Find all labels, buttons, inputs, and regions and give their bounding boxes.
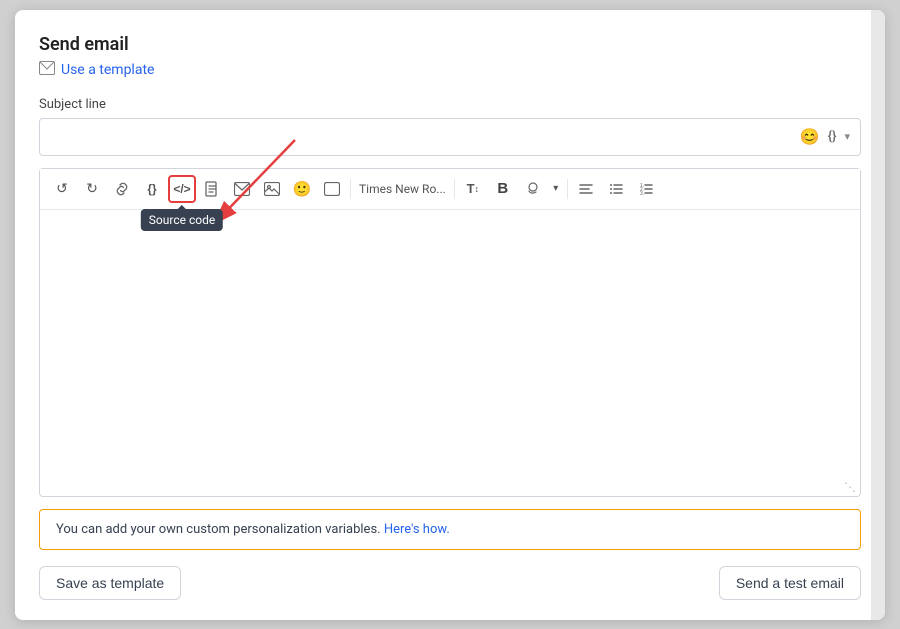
resize-handle[interactable]: ⋱ — [844, 480, 856, 494]
subject-label: Subject line — [39, 97, 861, 112]
use-template-row[interactable]: Use a template — [39, 61, 861, 79]
font-name[interactable]: Times New Ro... — [355, 182, 450, 196]
subject-row: 😊 {} ▾ — [39, 118, 861, 156]
info-banner: You can add your own custom personalizat… — [39, 509, 861, 550]
send-test-button[interactable]: Send a test email — [719, 566, 861, 600]
code-block-button[interactable]: {} — [138, 175, 166, 203]
separator-2 — [454, 179, 455, 199]
align-button[interactable] — [572, 175, 600, 203]
toolbar: ↺ ↻ {} </> Source code — [40, 169, 860, 210]
footer: Save as template Send a test email — [39, 566, 861, 600]
redo-button[interactable]: ↻ — [78, 175, 106, 203]
undo-button[interactable]: ↺ — [48, 175, 76, 203]
envelope-icon — [39, 61, 55, 79]
send-email-panel: Send email Use a template Subject line 😊… — [15, 10, 885, 620]
separator-3 — [567, 179, 568, 199]
color-dropdown-button[interactable]: ▾ — [549, 175, 563, 203]
use-template-link[interactable]: Use a template — [61, 62, 154, 78]
emoji-toolbar-button[interactable]: 🙂 — [288, 175, 316, 203]
variable-button[interactable] — [318, 175, 346, 203]
editor-container: ↺ ↻ {} </> Source code — [39, 168, 861, 497]
chevron-down-icon[interactable]: ▾ — [844, 130, 850, 143]
numbered-list-button[interactable]: 1. 2. 3. — [632, 175, 660, 203]
svg-text:3.: 3. — [640, 191, 644, 195]
subject-icons: 😊 {} ▾ — [800, 127, 850, 146]
source-code-button[interactable]: </> — [168, 175, 196, 203]
panel-title: Send email — [39, 34, 861, 55]
text-size-button[interactable]: T↕ — [459, 175, 487, 203]
document-button[interactable] — [198, 175, 226, 203]
source-code-container: </> Source code — [168, 175, 196, 203]
bold-button[interactable]: B — [489, 175, 517, 203]
email-template-button[interactable] — [228, 175, 256, 203]
bullet-list-button[interactable] — [602, 175, 630, 203]
separator-1 — [350, 179, 351, 199]
save-template-button[interactable]: Save as template — [39, 566, 181, 600]
subject-input[interactable] — [50, 129, 800, 145]
variable-icon[interactable]: {} — [828, 129, 837, 144]
link-button[interactable] — [108, 175, 136, 203]
image-button[interactable] — [258, 175, 286, 203]
editor-body[interactable] — [40, 210, 860, 496]
emoji-icon[interactable]: 😊 — [800, 127, 820, 146]
info-text: You can add your own custom personalizat… — [56, 522, 381, 537]
color-button[interactable] — [519, 175, 547, 203]
info-link[interactable]: Here's how. — [384, 522, 450, 537]
